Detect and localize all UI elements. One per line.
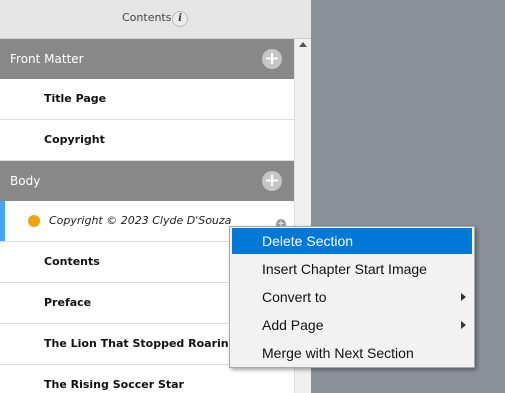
panel-header: Contents i bbox=[0, 0, 311, 39]
menu-item-add-page[interactable]: Add Page bbox=[232, 312, 472, 338]
status-dot-icon bbox=[28, 215, 40, 227]
panel-title: Contents bbox=[122, 11, 172, 24]
info-icon[interactable]: i bbox=[172, 11, 188, 27]
selection-indicator bbox=[0, 201, 5, 241]
scroll-up-arrow-icon[interactable] bbox=[299, 42, 307, 47]
section-label: Front Matter bbox=[10, 52, 84, 66]
add-page-button[interactable]: + bbox=[262, 49, 282, 69]
menu-item-delete-section[interactable]: Delete Section bbox=[232, 228, 472, 254]
menu-item-label: Delete Section bbox=[262, 233, 354, 249]
add-page-button[interactable]: + bbox=[262, 171, 282, 191]
item-label: Contents bbox=[44, 255, 100, 268]
item-label: Title Page bbox=[44, 92, 107, 105]
submenu-arrow-icon bbox=[461, 321, 466, 329]
list-item-copyright[interactable]: Copyright bbox=[0, 120, 294, 161]
item-label: The Lion That Stopped Roaring bbox=[44, 337, 237, 350]
menu-item-label: Add Page bbox=[262, 317, 324, 333]
item-label: The Rising Soccer Star bbox=[44, 378, 184, 391]
menu-item-insert-chapter-start-image[interactable]: Insert Chapter Start Image bbox=[232, 256, 472, 282]
menu-item-label: Convert to bbox=[262, 289, 327, 305]
menu-item-convert-to[interactable]: Convert to bbox=[232, 284, 472, 310]
list-item-soccer[interactable]: The Rising Soccer Star bbox=[0, 365, 294, 393]
section-label: Body bbox=[10, 174, 41, 188]
section-header-front-matter[interactable]: Front Matter + bbox=[0, 39, 294, 79]
list-item-title-page[interactable]: Title Page bbox=[0, 79, 294, 120]
menu-item-label: Insert Chapter Start Image bbox=[262, 261, 427, 277]
section-header-body[interactable]: Body + bbox=[0, 161, 294, 201]
context-menu: Delete Section Insert Chapter Start Imag… bbox=[229, 226, 475, 368]
menu-item-merge-with-next-section[interactable]: Merge with Next Section bbox=[232, 340, 472, 366]
item-label: Copyright © 2023 Clyde D'Souza bbox=[49, 214, 232, 227]
item-label: Preface bbox=[44, 296, 92, 309]
menu-item-label: Merge with Next Section bbox=[262, 345, 414, 361]
submenu-arrow-icon bbox=[461, 293, 466, 301]
item-label: Copyright bbox=[44, 133, 105, 146]
